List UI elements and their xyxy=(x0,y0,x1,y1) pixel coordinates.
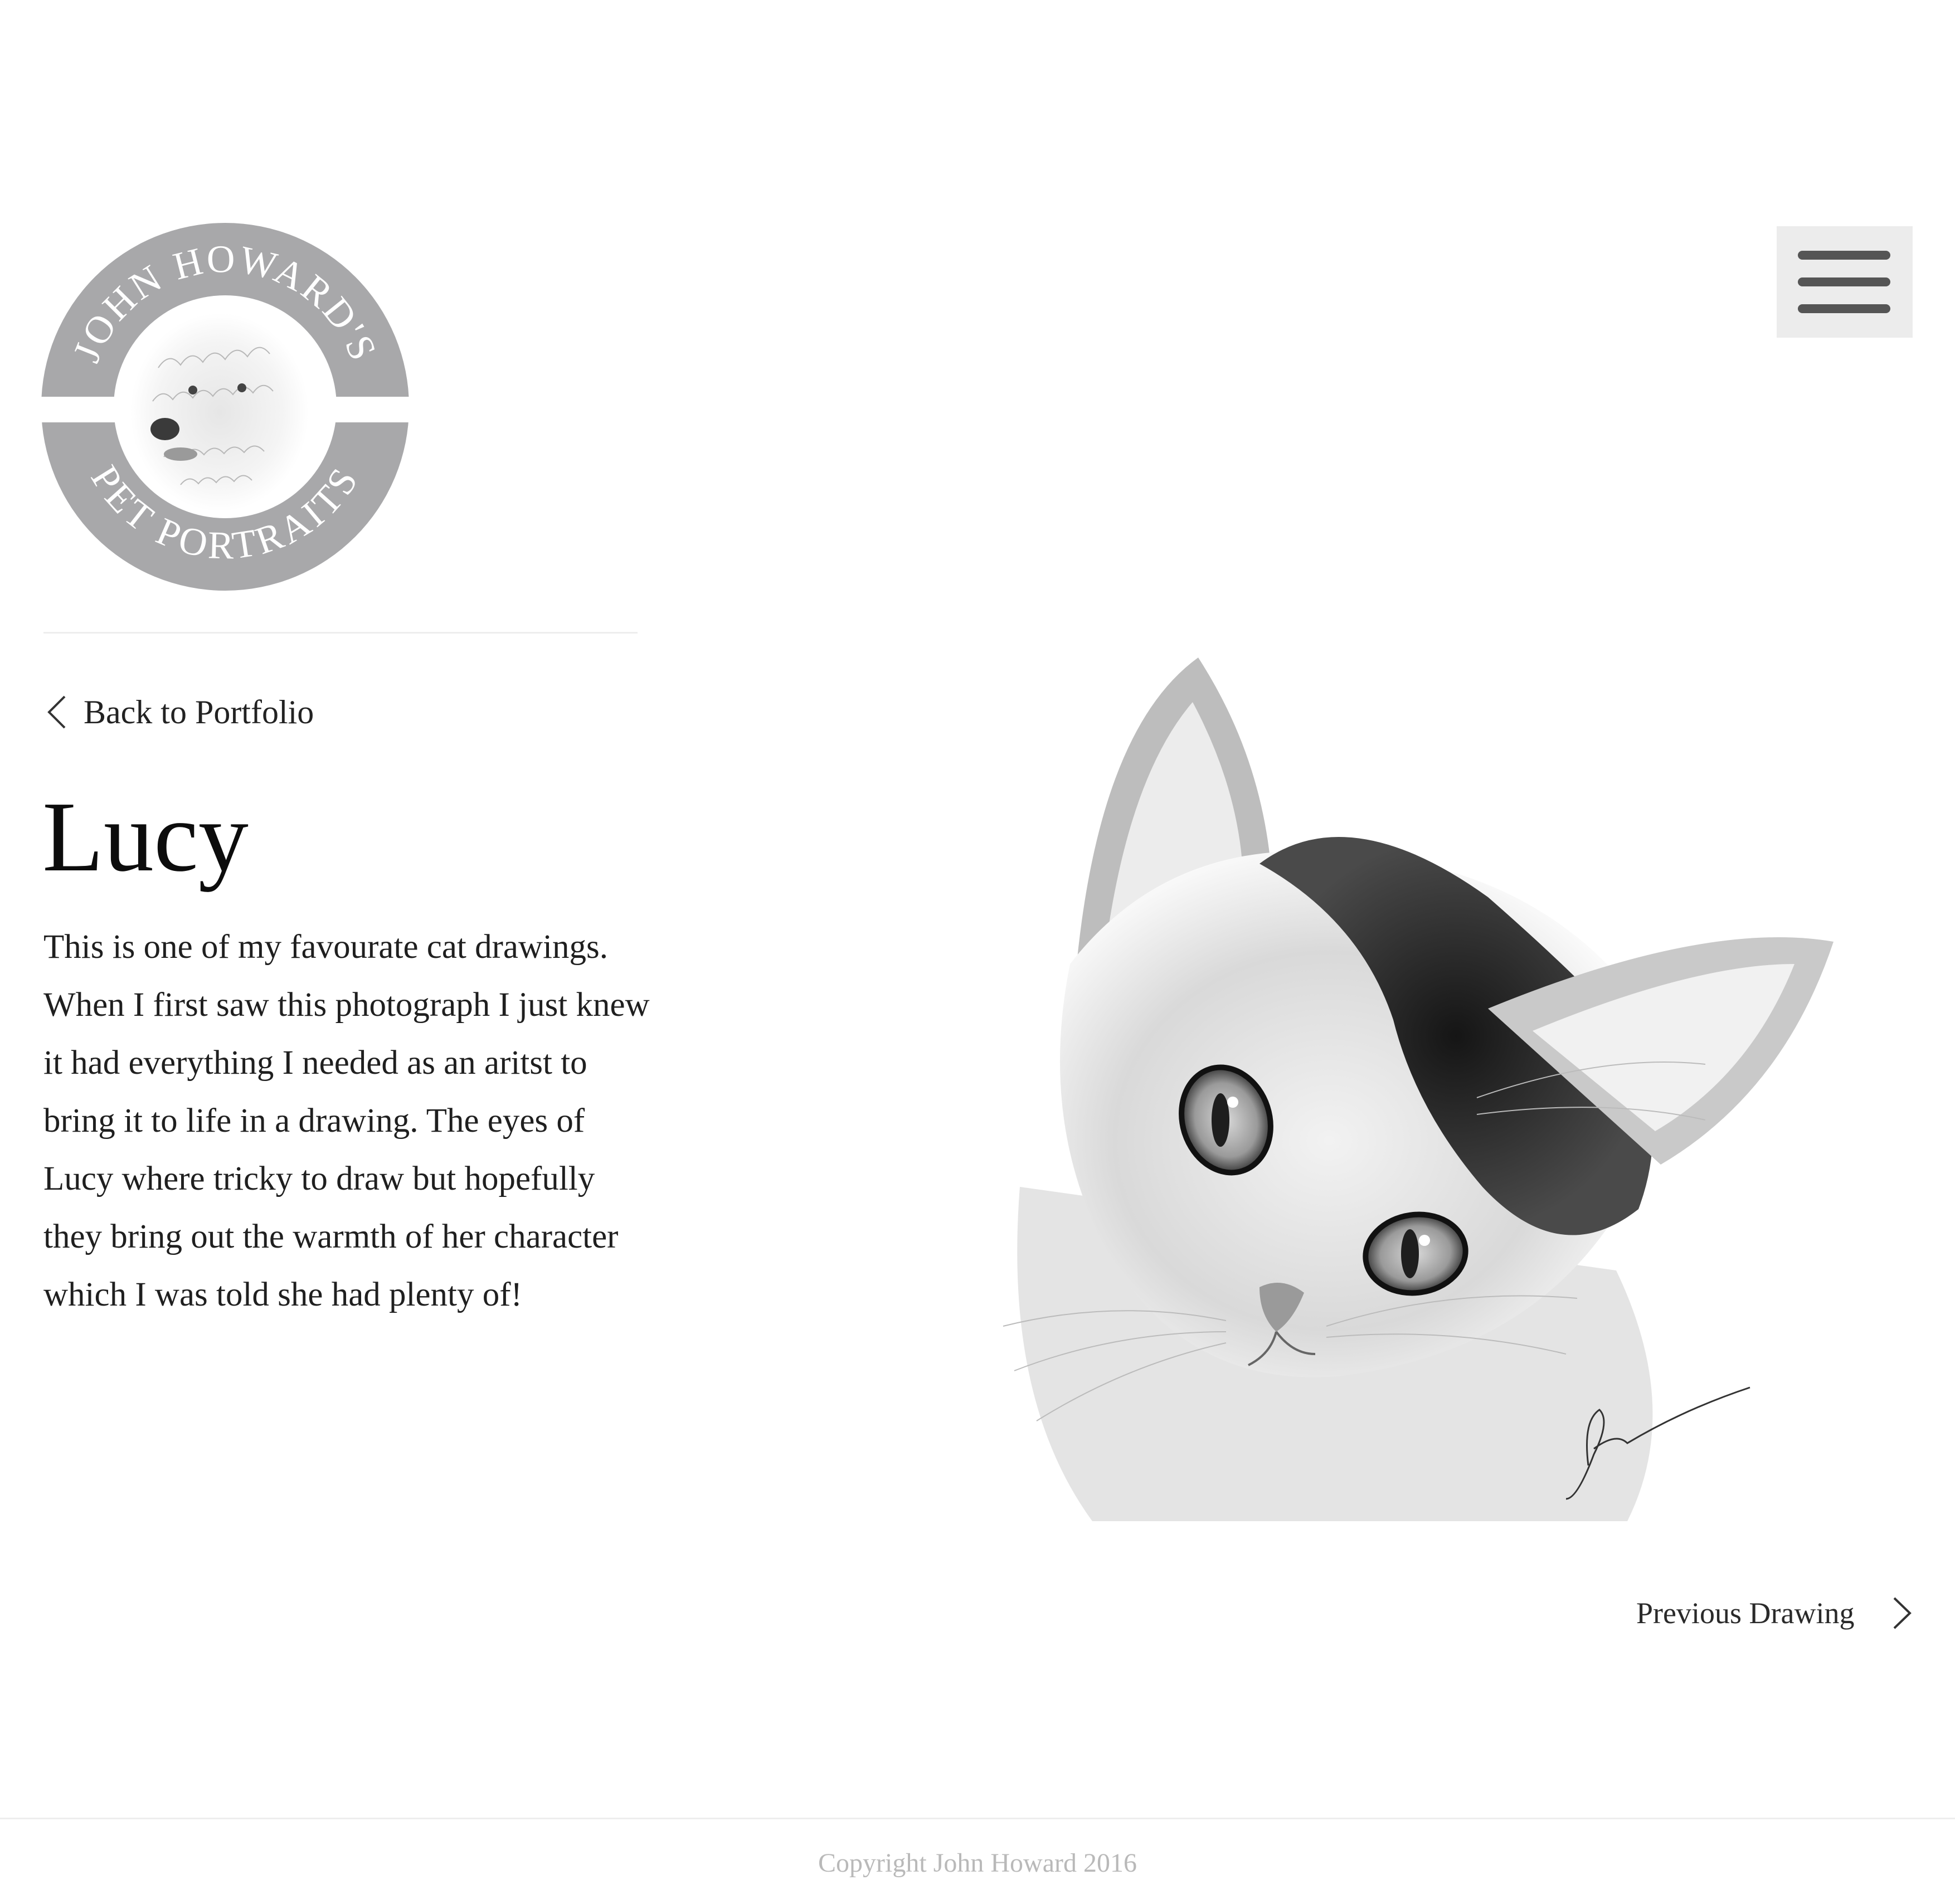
previous-drawing-label: Previous Drawing xyxy=(1636,1596,1855,1630)
site-logo[interactable]: JOHN HOWARD'S PET PORTRAITS xyxy=(41,223,409,591)
menu-bar xyxy=(1798,277,1890,286)
menu-bar xyxy=(1798,304,1890,313)
sidebar-divider xyxy=(43,632,638,634)
hamburger-menu-icon[interactable] xyxy=(1777,226,1913,338)
chevron-right-icon xyxy=(1894,1597,1912,1629)
back-to-portfolio-link[interactable]: Back to Portfolio xyxy=(46,689,314,736)
copyright-text: Copyright John Howard 2016 xyxy=(818,1848,1137,1878)
back-link-label: Back to Portfolio xyxy=(84,693,314,731)
page-title: Lucy xyxy=(42,781,249,892)
previous-drawing-link[interactable]: Previous Drawing xyxy=(1636,1588,1913,1638)
artwork-description: This is one of my favourate cat drawings… xyxy=(43,928,650,1313)
footer-divider xyxy=(0,1818,1955,1819)
menu-bar xyxy=(1798,251,1890,260)
dog-portrait-icon xyxy=(130,313,309,512)
chevron-left-icon xyxy=(47,695,66,729)
cat-drawing-image xyxy=(836,630,1878,1538)
